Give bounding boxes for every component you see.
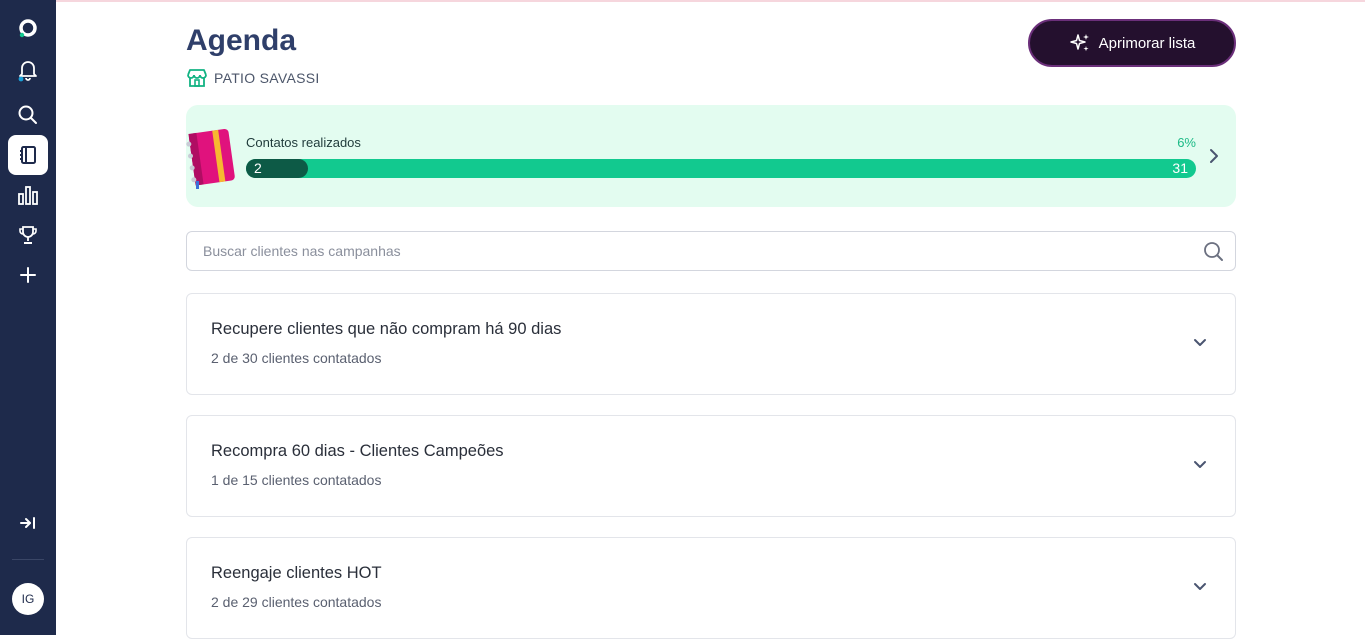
chevron-down-icon[interactable] [1193,338,1207,348]
improve-list-button[interactable]: Aprimorar lista [1028,19,1236,67]
progress-done-count: 2 [254,160,262,176]
sidebar: IG [0,0,56,635]
campaign-progress-text: 2 de 30 clientes contatados [211,350,382,366]
campaign-card[interactable]: Reengaje clientes HOT 2 de 29 clientes c… [186,537,1236,639]
store-name: PATIO SAVASSI [214,70,320,86]
progress-percent: 6% [1177,135,1196,150]
avatar[interactable]: IG [12,583,44,615]
progress-label: Contatos realizados [246,135,361,150]
progress-total-count: 31 [1172,160,1188,176]
reports-button[interactable] [8,175,48,215]
search-icon [18,105,37,124]
expand-sidebar-button[interactable] [8,503,48,543]
chevron-down-icon[interactable] [1193,460,1207,470]
sparkles-icon [1069,34,1089,52]
main-content: Agenda PATIO SAVASSI Aprimorar lista Con… [186,0,1236,639]
plus-icon [20,267,36,283]
search-box [186,231,1236,271]
campaign-title: Recompra 60 dias - Clientes Campeões [211,442,504,460]
ranking-button[interactable] [8,215,48,255]
contacts-progress-card[interactable]: Contatos realizados 6% 2 31 [186,105,1236,207]
bell-icon [18,61,37,82]
page-title: Agenda [186,24,297,57]
logo-icon [19,19,37,38]
notifications-button[interactable] [8,50,48,90]
search-button[interactable] [8,95,48,135]
campaign-card[interactable]: Recupere clientes que não compram há 90 … [186,293,1236,395]
improve-list-label: Aprimorar lista [1098,34,1196,52]
notebook-illustration [186,128,235,189]
agenda-icon [20,146,36,164]
campaign-title: Reengaje clientes HOT [211,564,382,582]
store-info: PATIO SAVASSI [186,68,320,88]
search-icon[interactable] [1203,241,1225,263]
expand-sidebar-icon [20,517,35,529]
campaign-card[interactable]: Recompra 60 dias - Clientes Campeões 1 d… [186,415,1236,517]
store-icon [187,69,207,87]
campaign-progress-text: 2 de 29 clientes contatados [211,594,382,610]
trophy-icon [19,226,37,244]
agenda-button[interactable] [8,135,48,175]
campaign-title: Recupere clientes que não compram há 90 … [211,320,562,338]
campaign-progress-text: 1 de 15 clientes contatados [211,472,382,488]
app-logo[interactable] [8,8,48,48]
bar-chart-icon [18,186,38,205]
chevron-right-icon[interactable] [1208,148,1220,164]
search-input[interactable] [203,232,1193,270]
add-button[interactable] [8,255,48,295]
progress-bar: 2 31 [246,159,1196,178]
sidebar-divider [12,559,44,560]
chevron-down-icon[interactable] [1193,582,1207,592]
